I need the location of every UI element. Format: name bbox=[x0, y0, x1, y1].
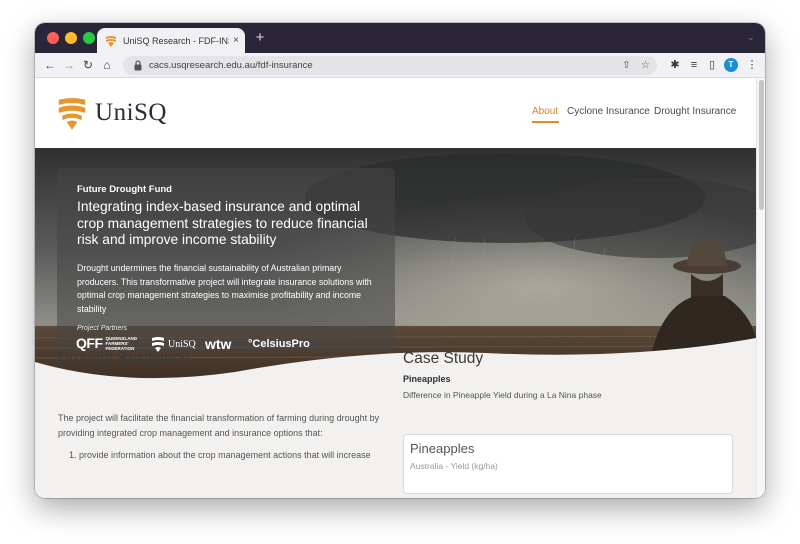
address-bar[interactable]: cacs.usqresearch.edu.au/fdf-insurance ⇧ … bbox=[123, 56, 657, 75]
forward-icon[interactable]: → bbox=[60, 56, 78, 74]
case-study-section: Case Study bbox=[403, 350, 483, 368]
nav-drought-insurance[interactable]: Drought Insurance bbox=[654, 106, 736, 117]
drought-resilience-heading: Drought Resilience bbox=[58, 350, 189, 367]
hero-eyebrow: Future Drought Fund bbox=[77, 184, 172, 195]
media-controls-icon[interactable]: ≡ bbox=[685, 56, 703, 74]
share-icon[interactable]: ⇧ bbox=[619, 58, 634, 73]
case-study-heading: Case Study bbox=[403, 350, 484, 367]
tab-bar: UniSQ Research - FDF-INSURANCE × + ⌄ bbox=[35, 23, 765, 53]
partner-celsiuspro[interactable]: °CelsiusPro bbox=[248, 338, 310, 350]
partner-unisq: UniSQ bbox=[168, 338, 196, 350]
partner-qff-subtitle: QUEENSLAND FARMERS' FEDERATION bbox=[105, 335, 138, 351]
drought-resilience-section: Drought Resilience bbox=[58, 350, 388, 368]
unisq-logo[interactable]: UniSQ bbox=[57, 93, 167, 133]
extensions-icon[interactable]: ✱ bbox=[666, 56, 684, 74]
site-header: UniSQ About Cyclone Insurance Drought In… bbox=[35, 78, 756, 148]
case-study-description: Difference in Pineapple Yield during a L… bbox=[403, 390, 602, 400]
list-item: 1. provide information about the crop ma… bbox=[69, 450, 371, 460]
nav-about[interactable]: About bbox=[532, 106, 558, 117]
new-tab-button[interactable]: + bbox=[251, 29, 269, 47]
side-panel-icon[interactable]: ▯ bbox=[703, 56, 721, 74]
tab-search-icon[interactable]: ⌄ bbox=[747, 32, 755, 43]
maximize-window-button[interactable] bbox=[83, 32, 95, 44]
tab-close-icon[interactable]: × bbox=[233, 35, 239, 46]
back-icon[interactable]: ← bbox=[41, 56, 59, 74]
minimize-window-button[interactable] bbox=[65, 32, 77, 44]
home-icon[interactable]: ⌂ bbox=[98, 56, 116, 74]
nav-cyclone-insurance[interactable]: Cyclone Insurance bbox=[567, 106, 650, 117]
case-study-subheading: Pineapples bbox=[403, 374, 451, 384]
bookmark-star-icon[interactable]: ☆ bbox=[638, 58, 653, 73]
profile-avatar[interactable]: T bbox=[724, 58, 738, 72]
reload-icon[interactable]: ↻ bbox=[79, 56, 97, 74]
partner-qff-logo[interactable]: QFF QUEENSLAND FARMERS' FEDERATION bbox=[76, 335, 142, 351]
page-scrollbar[interactable] bbox=[756, 78, 765, 498]
browser-window: UniSQ Research - FDF-INSURANCE × + ⌄ ← →… bbox=[35, 23, 765, 498]
hero-title: Integrating index-based insurance and op… bbox=[77, 199, 368, 247]
drought-resilience-text: The project will facilitate the financia… bbox=[58, 413, 380, 438]
close-window-button[interactable] bbox=[47, 32, 59, 44]
url-text: cacs.usqresearch.edu.au/fdf-insurance bbox=[149, 60, 313, 71]
scrollbar-thumb[interactable] bbox=[759, 80, 764, 210]
case-study-chart-card[interactable]: Pineapples Australia - Yield (kg/ha) bbox=[403, 434, 733, 494]
menu-icon[interactable]: ⋮ bbox=[743, 56, 761, 74]
page-viewport: UniSQ About Cyclone Insurance Drought In… bbox=[35, 78, 765, 498]
logo-text: UniSQ bbox=[95, 99, 167, 126]
lock-icon bbox=[134, 60, 142, 71]
hero-text-card bbox=[57, 168, 395, 350]
partners-label: Project Partners bbox=[77, 325, 128, 332]
unisq-crest-icon bbox=[58, 97, 86, 130]
chart-title: Pineapples bbox=[410, 441, 475, 456]
nav-active-indicator bbox=[532, 121, 559, 123]
tab-active[interactable]: UniSQ Research - FDF-INSURANCE × bbox=[97, 28, 245, 53]
chart-subtitle: Australia - Yield (kg/ha) bbox=[410, 461, 498, 471]
partner-qff: QFF bbox=[76, 335, 103, 351]
unisq-favicon-icon bbox=[105, 35, 117, 47]
hero-body: Drought undermines the financial sustain… bbox=[77, 263, 372, 315]
tab-title: UniSQ Research - FDF-INSURANCE bbox=[123, 35, 229, 46]
browser-toolbar: ← → ↻ ⌂ cacs.usqresearch.edu.au/fdf-insu… bbox=[35, 53, 765, 78]
